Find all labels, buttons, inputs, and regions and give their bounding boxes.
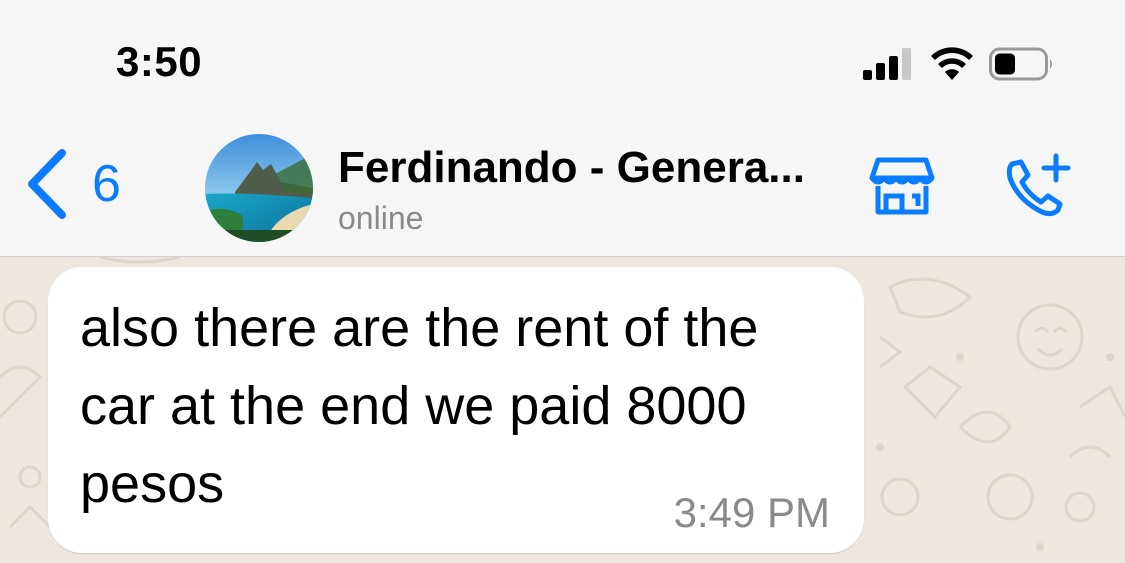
avatar-image: [205, 134, 313, 242]
wifi-icon: [931, 47, 973, 80]
store-icon: [869, 157, 935, 215]
contact-status: online: [338, 200, 424, 236]
phone-plus-icon: [1006, 153, 1071, 217]
message-timestamp: 3:49 PM: [673, 489, 830, 536]
chat-header: 6 Ferdinando - Genera... online: [0, 120, 1125, 257]
unread-count: 6: [92, 155, 121, 213]
status-icons: [863, 44, 1055, 84]
cellular-signal-icon: [863, 48, 911, 80]
contact-name: Ferdinando - Genera...: [338, 143, 805, 192]
status-bar: 3:50: [0, 0, 1125, 120]
chat-area[interactable]: also there are the rent of the car at th…: [0, 257, 1125, 563]
battery-icon: [989, 47, 1052, 81]
message-bubble[interactable]: also there are the rent of the car at th…: [48, 267, 864, 553]
chevron-left-icon: [28, 149, 66, 219]
status-time: 3:50: [116, 38, 203, 85]
contact-info[interactable]: Ferdinando - Genera... online: [338, 142, 858, 236]
message-text: also there are the rent of the car at th…: [80, 298, 759, 514]
add-call-button[interactable]: [998, 150, 1078, 222]
avatar[interactable]: [205, 134, 313, 242]
back-button[interactable]: 6: [22, 144, 121, 224]
catalog-button[interactable]: [862, 150, 942, 222]
